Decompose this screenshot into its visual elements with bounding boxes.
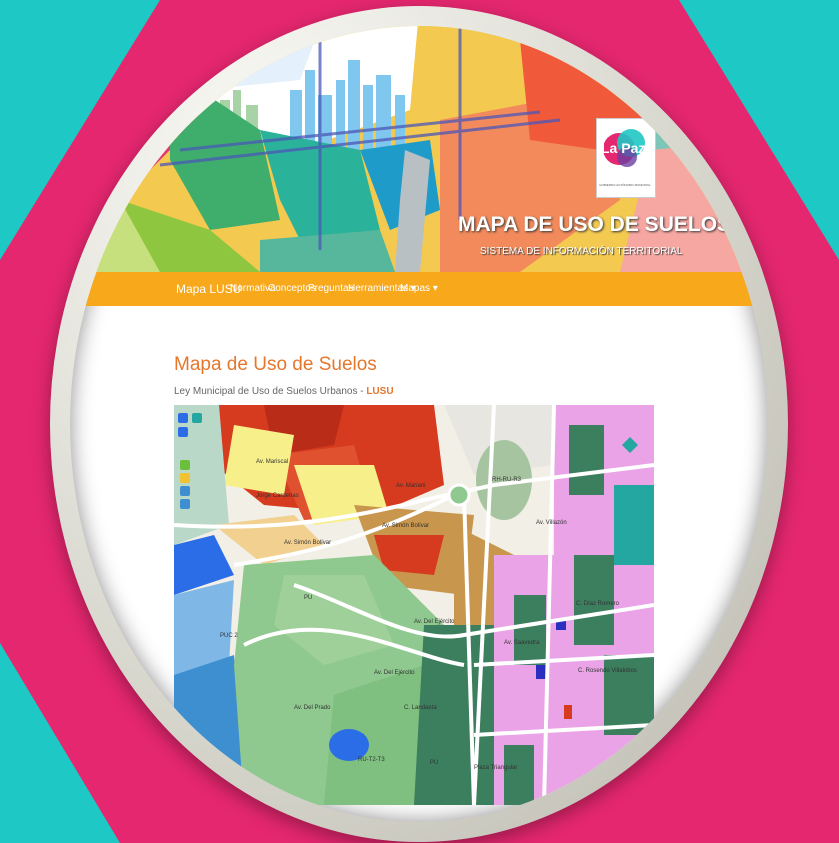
map-label: Av. Simón Bolívar [284,540,332,546]
map-label: C. Rosendo Villalobos [578,668,637,674]
measure-icon[interactable] [180,460,190,470]
webpage: La Paz GOBIERNO AUTÓNOMO MUNICIPAL MAPA … [70,26,768,822]
map-label: Plaza Triangular [474,765,518,771]
map-label: PU [304,595,313,601]
nav-item-mapas[interactable]: Mapas ▾ [400,283,438,294]
map-label: Av. Del Ejército [414,619,455,625]
page-subtitle-text: Ley Municipal de Uso de Suelos Urbanos - [174,386,367,397]
print-icon[interactable] [180,473,190,483]
land-use-map[interactable]: Av. Mariscal Jorge Cardenas Av. Mariani … [174,405,654,805]
map-label: Av. Mariscal [256,459,289,465]
header-banner: La Paz GOBIERNO AUTÓNOMO MUNICIPAL MAPA … [70,26,768,272]
logo-text: La Paz [601,140,646,156]
page-subtitle: Ley Municipal de Uso de Suelos Urbanos -… [174,386,394,397]
page-title: Mapa de Uso de Suelos [174,354,377,375]
map-label: Av. Saavedra [504,640,540,646]
map-label: Av. Simón Bolívar [382,523,430,529]
map-label: RU-T2-T3 [358,757,385,763]
site-title: MAPA DE USO DE SUELOS [458,213,732,236]
zoom-icon[interactable] [178,413,188,423]
nav-item-preguntas[interactable]: Preguntas [308,283,354,294]
map-label: Av. Del Ejército [374,670,415,676]
locate-icon[interactable] [180,499,190,509]
layers-icon[interactable] [192,413,202,423]
map-label: Av. Del Prado [294,705,331,711]
map-label: PUC 2 [220,633,238,639]
map-label: RH-RU-R3 [492,477,521,483]
logo-subtext: GOBIERNO AUTÓNOMO MUNICIPAL [599,183,651,187]
map-label: Jorge Cardenas [256,493,299,499]
site-subtitle: SISTEMA DE INFORMACIÓN TERRITORIAL [480,246,683,257]
magnifier-lens: La Paz GOBIERNO AUTÓNOMO MUNICIPAL MAPA … [70,26,768,822]
page-subtitle-emphasis: LUSU [366,386,394,397]
info-icon[interactable] [178,427,188,437]
map-label: Av. Villazón [536,520,567,526]
map-label: Av. Mariani [396,483,426,489]
share-icon[interactable] [180,486,190,496]
map-label: C. Landaeta [404,705,437,711]
map-label: C. Díaz Romero [576,601,620,607]
map-label: PU [430,760,439,766]
